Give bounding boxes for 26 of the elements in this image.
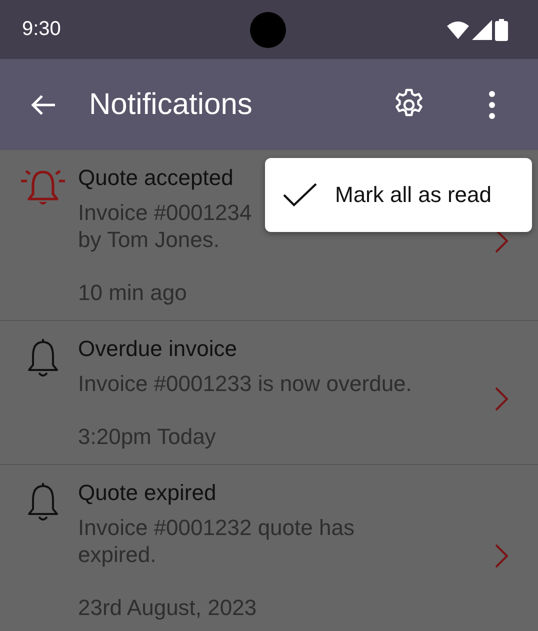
wifi-icon — [447, 20, 469, 38]
notification-message: Invoice #0001233 is now overdue. — [78, 370, 413, 397]
notification-title: Quote accepted — [78, 164, 234, 192]
chevron-right-icon — [494, 544, 508, 568]
status-time: 9:30 — [22, 18, 61, 41]
screen-title: Notifications — [89, 88, 252, 122]
more-options-icon[interactable] — [488, 90, 496, 120]
camera-hole-icon — [250, 12, 286, 48]
notification-message: by Tom Jones. — [78, 226, 220, 253]
notification-time: 10 min ago — [78, 279, 188, 306]
notification-message: Invoice #0001232 quote has — [78, 514, 356, 541]
signal-icon — [472, 20, 492, 40]
chevron-right-icon — [494, 229, 508, 253]
menu-item[interactable]: Mark all as read — [265, 158, 532, 232]
notification-message: expired. — [78, 541, 158, 568]
notification-time: 23rd August, 2023 — [78, 594, 258, 621]
battery-icon — [495, 18, 508, 40]
back-arrow-icon[interactable] — [30, 94, 56, 116]
notification-title: Quote expired — [78, 479, 218, 507]
checkmark-icon — [283, 183, 317, 207]
chevron-right-icon — [494, 386, 508, 410]
notification-item[interactable]: Quote expired Invoice #0001232 quote has expired. 23rd August, 2023 — [0, 465, 538, 631]
notification-message: Invoice #0001234 — [78, 199, 253, 226]
notification-title: Overdue invoice — [78, 335, 238, 363]
notification-item[interactable]: Overdue invoice Invoice #0001233 is now overdue. 3:20pm Today — [0, 321, 538, 465]
notification-time: 3:20pm Today — [78, 423, 217, 450]
